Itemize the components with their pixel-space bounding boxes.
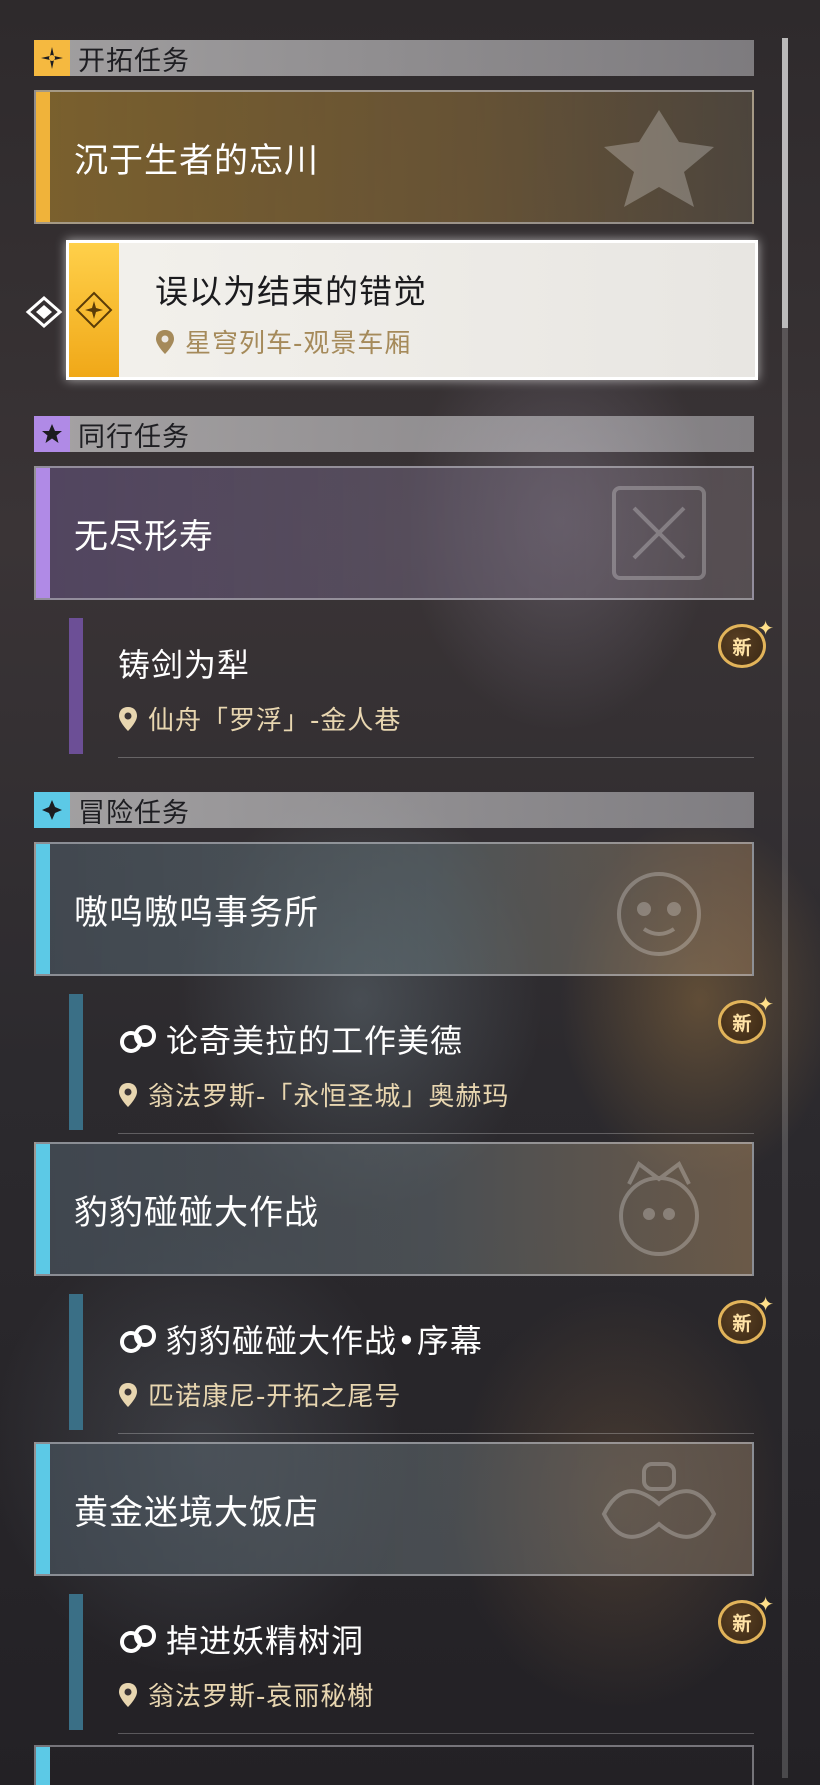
subquest-accent-bar	[69, 618, 83, 754]
subquest-card[interactable]: 掉进妖精树洞 翁法罗斯-哀丽秘榭 新 ✦	[34, 1586, 774, 1740]
section-label: 开拓任务	[78, 45, 190, 77]
subquest-title: 误以为结束的错觉	[155, 272, 427, 311]
quest-title: 无尽形寿	[74, 516, 214, 557]
selection-arrow-icon	[25, 296, 63, 328]
subquest-card[interactable]: 铸剑为犁 仙舟「罗浮」-金人巷 新 ✦	[34, 610, 774, 764]
subquest-card[interactable]: 豹豹碰碰大作战•序幕 匹诺康尼-开拓之尾号 新 ✦	[34, 1286, 774, 1440]
quest-group-adventure[interactable]: 嗷呜嗷呜事务所	[34, 842, 754, 976]
subquest-title-text: 豹豹碰碰大作战•序幕	[166, 1322, 483, 1360]
section-header-companion: 同行任务	[34, 416, 754, 453]
subquest-accent-bar	[69, 1594, 83, 1730]
subquest-location: 翁法罗斯-哀丽秘榭	[118, 1676, 374, 1713]
location-pin-icon	[119, 706, 137, 731]
new-badge: 新 ✦	[716, 1292, 774, 1346]
divider	[118, 757, 754, 758]
sparkle-icon: ✦	[757, 616, 774, 640]
location-text: 翁法罗斯-哀丽秘榭	[148, 1682, 375, 1712]
quest-group-companion[interactable]: 无尽形寿	[34, 466, 754, 600]
subquest-location: 仙舟「罗浮」-金人巷	[118, 700, 401, 737]
location-pin-icon	[119, 1082, 137, 1107]
section-header-trailblaze: 开拓任务	[34, 40, 754, 77]
sparkle-icon: ✦	[757, 1292, 774, 1316]
subquest-accent-bar	[69, 994, 83, 1130]
subquest-title: 豹豹碰碰大作战•序幕	[118, 1316, 483, 1362]
star-icon	[34, 416, 70, 452]
scrollbar[interactable]	[782, 38, 788, 1778]
section-label: 冒险任务	[78, 797, 190, 829]
diamond-sparkle-icon	[34, 792, 70, 828]
trailblaze-diamond-icon	[69, 243, 119, 377]
section-label: 同行任务	[78, 421, 190, 453]
divider	[118, 1733, 754, 1734]
quest-group-adventure[interactable]: 豹豹碰碰大作战	[34, 1142, 754, 1276]
subquest-title: 论奇美拉的工作美德	[118, 1016, 463, 1062]
subquest-card[interactable]: 论奇美拉的工作美德 翁法罗斯-「永恒圣城」奥赫玛 新 ✦	[34, 986, 774, 1140]
new-badge: 新 ✦	[716, 616, 774, 670]
quest-accent-bar	[36, 92, 50, 222]
location-text: 匹诺康尼-开拓之尾号	[148, 1382, 402, 1412]
subquest-location: 匹诺康尼-开拓之尾号	[118, 1376, 401, 1413]
quest-emblem-icon	[601, 1462, 717, 1539]
link-icon	[120, 1325, 156, 1353]
quest-accent-bar	[36, 844, 50, 974]
quest-title: 嗷呜嗷呜事务所	[74, 892, 319, 933]
quest-title: 豹豹碰碰大作战	[74, 1192, 319, 1233]
new-badge: 新 ✦	[716, 1592, 774, 1646]
new-badge: 新 ✦	[716, 992, 774, 1046]
subquest-title-text: 论奇美拉的工作美德	[166, 1022, 464, 1060]
subquest-title-text: 铸剑为犁	[118, 646, 251, 684]
sparkle-icon: ✦	[757, 1592, 774, 1616]
quest-group-partial[interactable]	[34, 1745, 754, 1785]
quest-emblem-icon	[604, 110, 714, 207]
quest-accent-bar	[36, 468, 50, 598]
subquest-location: 翁法罗斯-「永恒圣城」奥赫玛	[118, 1076, 509, 1113]
subquest-card-selected[interactable]: 误以为结束的错觉 星穹列车-观景车厢	[66, 240, 758, 380]
location-text: 星穹列车-观景车厢	[185, 329, 412, 359]
section-header-adventure: 冒险任务	[34, 792, 754, 829]
link-icon	[120, 1625, 156, 1653]
location-text: 仙舟「罗浮」-金人巷	[148, 706, 402, 736]
scrollbar-thumb[interactable]	[782, 38, 788, 328]
location-pin-icon	[119, 1382, 137, 1407]
divider	[118, 1133, 754, 1134]
subquest-title-text: 掉进妖精树洞	[166, 1622, 365, 1660]
quest-title: 黄金迷境大饭店	[74, 1492, 319, 1533]
location-pin-icon	[119, 1682, 137, 1707]
quest-title: 沉于生者的忘川	[74, 140, 319, 181]
location-pin-icon	[156, 329, 174, 354]
divider	[118, 1433, 754, 1434]
quest-group-trailblaze[interactable]: 沉于生者的忘川	[34, 90, 754, 224]
sparkle-icon: ✦	[757, 992, 774, 1016]
quest-emblem-icon	[612, 486, 706, 580]
location-text: 翁法罗斯-「永恒圣城」奥赫玛	[148, 1082, 510, 1112]
quest-group-adventure[interactable]: 黄金迷境大饭店	[34, 1442, 754, 1576]
quest-accent-bar	[36, 1747, 50, 1785]
quest-emblem-icon	[617, 872, 701, 956]
subquest-location: 星穹列车-观景车厢	[155, 323, 411, 360]
subquest-title: 铸剑为犁	[118, 640, 250, 686]
quest-accent-bar	[36, 1444, 50, 1574]
subquest-title: 掉进妖精树洞	[118, 1616, 364, 1662]
trailblaze-icon	[34, 40, 70, 76]
link-icon	[120, 1025, 156, 1053]
quest-accent-bar	[36, 1144, 50, 1274]
quest-emblem-icon	[619, 1160, 699, 1256]
subquest-accent-bar	[69, 1294, 83, 1430]
